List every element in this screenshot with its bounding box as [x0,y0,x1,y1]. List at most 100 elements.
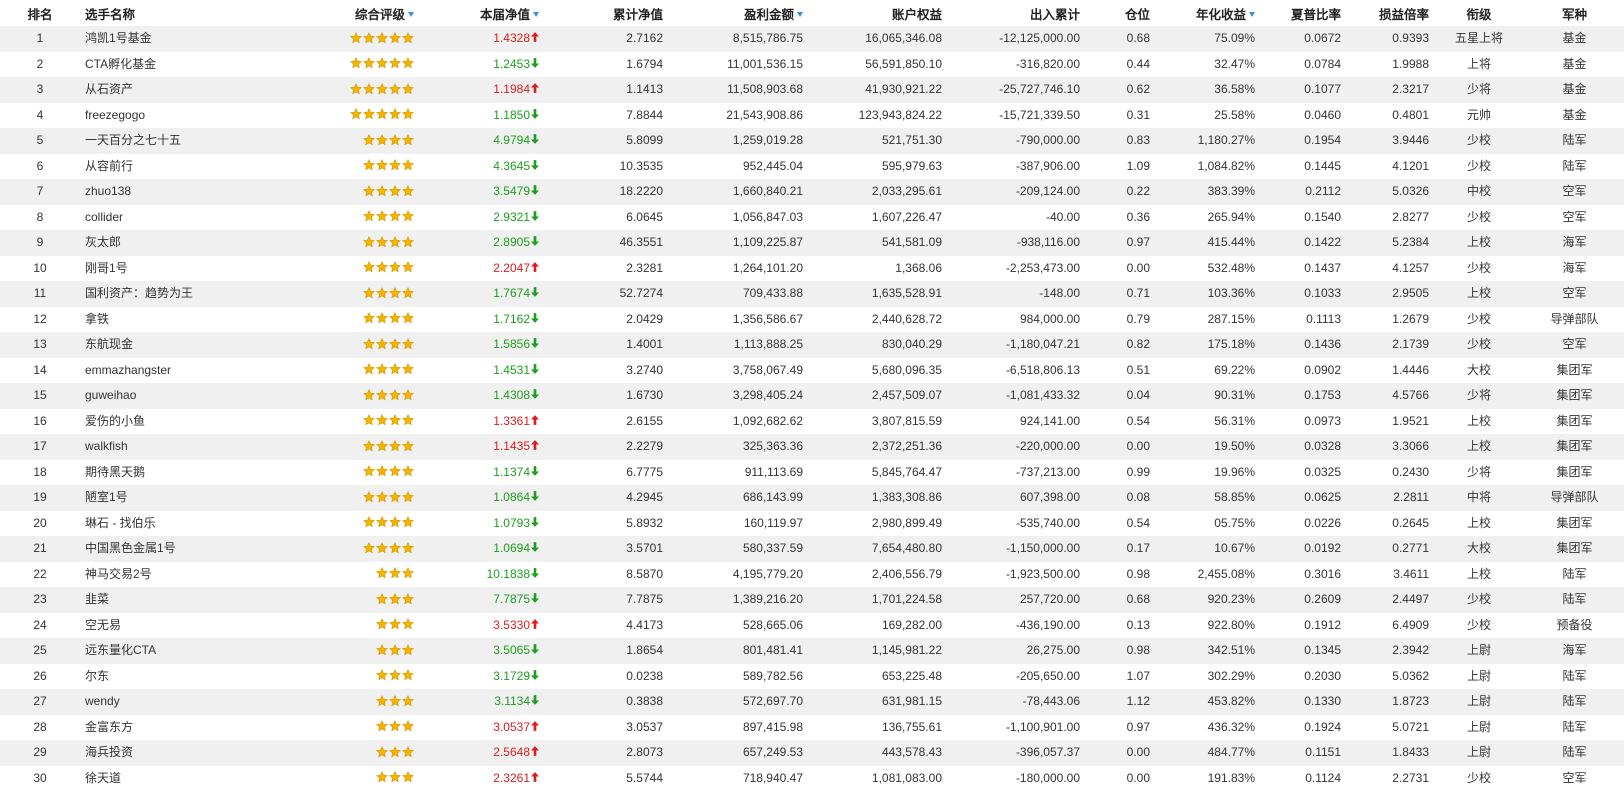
star-shape [364,491,375,501]
arrow-up-icon [531,440,539,450]
sort-desc-icon [797,12,803,17]
player-name-link[interactable]: 爱伤的小鱼 [85,414,145,428]
player-name-link[interactable]: 从石资产 [85,82,133,96]
header-current-net-value[interactable]: 本届净值 [418,0,543,26]
player-name-link[interactable]: 鸿凯1号基金 [85,31,152,45]
star-icon [376,287,388,299]
star-icon [376,210,388,222]
rating-stars [362,383,414,406]
current-net-value: 1.4308 [493,388,530,402]
star-shape [390,746,401,756]
net-flow-total: 984,000.00 [946,307,1084,333]
rating-cell [330,460,418,486]
annualized-return: 922.80% [1154,613,1259,639]
cumulative-net-value: 5.8932 [543,511,667,537]
player-name-link[interactable]: collider [85,210,123,224]
player-name-link[interactable]: wendy [85,694,120,708]
arrow-up-icon [531,32,539,42]
player-name-link[interactable]: 灰太郎 [85,235,121,249]
rank-cell: 30 [0,766,80,791]
star-shape [351,109,362,119]
player-name-link[interactable]: 远东量化CTA [85,643,156,657]
star-icon [389,236,401,248]
military-rank: 少校 [1433,205,1525,231]
header-profit-amount[interactable]: 盈利金额 [667,0,807,26]
player-name-link[interactable]: emmazhangster [85,363,171,377]
player-name-link[interactable]: 海兵投资 [85,745,133,759]
star-shape [403,262,414,272]
profit-amount: 1,389,216.20 [667,587,807,613]
player-name-link[interactable]: zhuo138 [85,184,131,198]
star-shape [377,134,388,144]
military-rank: 上校 [1433,511,1525,537]
net-flow-total: -1,923,500.00 [946,562,1084,588]
military-rank: 少校 [1433,307,1525,333]
net-flow-total: -1,150,000.00 [946,536,1084,562]
player-name-cell: 从石资产 [80,77,330,103]
current-net-value-cell: 2.5648 [418,740,543,766]
arrow-up-icon [531,83,539,93]
service-branch: 空军 [1525,766,1624,791]
military-rank: 少校 [1433,154,1525,180]
star-icon [402,32,414,44]
player-name-link[interactable]: 韭菜 [85,592,109,606]
profit-loss-ratio: 5.0326 [1345,179,1433,205]
star-icon [402,185,414,197]
account-equity: 2,440,628.72 [807,307,946,333]
player-name-link[interactable]: 琳石 - 找伯乐 [85,516,156,530]
player-name-link[interactable]: 一天百分之七十五 [85,133,181,147]
player-name-link[interactable]: CTA孵化基金 [85,57,156,71]
player-name-link[interactable]: 国利资产：趋势为王 [85,286,193,300]
net-flow-total: -396,057.37 [946,740,1084,766]
rating-stars [362,485,414,508]
player-name-link[interactable]: 空无易 [85,618,121,632]
player-name-link[interactable]: 刚哥1号 [85,261,128,275]
star-shape [364,389,375,399]
military-rank: 上尉 [1433,638,1525,664]
sharpe-ratio: 0.1033 [1259,281,1345,307]
star-icon [350,108,362,120]
current-net-value: 1.7162 [493,312,530,326]
current-net-value-cell: 2.9321 [418,205,543,231]
player-name-link[interactable]: 中国黑色金属1号 [85,541,176,555]
profit-amount: 1,109,225.87 [667,230,807,256]
player-name-link[interactable]: 金富东方 [85,720,133,734]
player-name-link[interactable]: 神马交易2号 [85,567,152,581]
table-row: 26尔东3.17290.0238589,782.56653,225.48-205… [0,664,1624,690]
player-name-link[interactable]: 徐天道 [85,771,121,785]
position-ratio: 0.00 [1084,740,1154,766]
player-name-link[interactable]: guweihao [85,388,136,402]
profit-amount: 21,543,908.86 [667,103,807,129]
player-name-link[interactable]: walkfish [85,439,128,453]
arrow-shape [531,772,539,782]
position-ratio: 0.17 [1084,536,1154,562]
service-branch: 导弹部队 [1525,307,1624,333]
player-name-link[interactable]: 期待黑天鹅 [85,465,145,479]
rating-cell [330,715,418,741]
current-net-value-cell: 10.1838 [418,562,543,588]
star-shape [403,185,414,195]
header-label: 账户权益 [892,8,942,22]
player-name-link[interactable]: 拿铁 [85,312,109,326]
service-branch: 集团军 [1525,511,1624,537]
player-name-link[interactable]: 陋室1号 [85,490,128,504]
player-name-link[interactable]: 从容前行 [85,159,133,173]
profit-loss-ratio: 2.4497 [1345,587,1433,613]
military-rank: 少将 [1433,460,1525,486]
current-net-value-cell: 3.1134 [418,689,543,715]
player-name-link[interactable]: 尔东 [85,669,109,683]
military-rank: 少校 [1433,128,1525,154]
rating-stars [362,460,414,483]
military-rank: 上校 [1433,230,1525,256]
current-net-value: 7.7875 [493,592,530,606]
player-name-link[interactable]: freezegogo [85,108,145,122]
rank-cell: 2 [0,52,80,78]
header-annualized-return[interactable]: 年化收益 [1154,0,1259,26]
profit-loss-ratio: 2.2731 [1345,766,1433,791]
rank-cell: 6 [0,154,80,180]
star-icon [389,491,401,503]
header-rating[interactable]: 综合评级 [330,0,418,26]
rating-cell [330,664,418,690]
player-name-link[interactable]: 东航现金 [85,337,133,351]
star-shape [403,364,414,374]
